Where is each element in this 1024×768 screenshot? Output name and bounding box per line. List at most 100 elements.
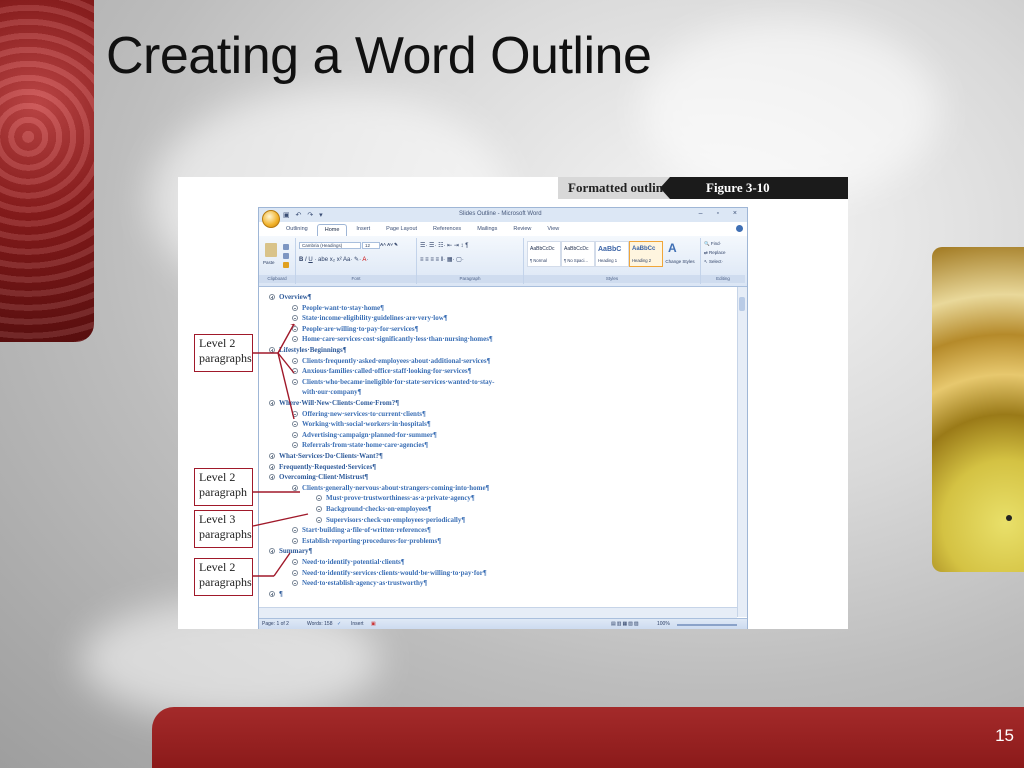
status-zoom[interactable]: 100% (657, 621, 670, 627)
tab-home[interactable]: Home (316, 224, 348, 236)
collapse-icon[interactable] (292, 336, 298, 343)
expand-icon[interactable] (269, 590, 275, 597)
outline-item[interactable]: Lifestyles·Beginnings¶ (269, 346, 347, 354)
collapse-icon[interactable] (292, 368, 298, 375)
style-heading-2[interactable]: AaBbCc Heading 2 (629, 241, 663, 267)
font-size-box[interactable]: 12 (362, 242, 380, 249)
expand-icon[interactable] (269, 400, 275, 406)
outline-item[interactable]: Advertising·campaign·planned·for·summer¶ (292, 431, 437, 439)
style-no-spacing[interactable]: AaBbCcDc ¶ No Spaci... (561, 241, 595, 267)
collapse-icon[interactable] (292, 315, 298, 322)
outline-item[interactable]: Clients·generally·nervous·about·stranger… (292, 484, 489, 492)
collapse-icon[interactable] (292, 431, 298, 438)
grow-shrink-font-icon[interactable]: A˄ A˅ ✎ (380, 242, 398, 248)
copy-icon[interactable] (283, 253, 289, 259)
list-buttons[interactable]: ☰· ☰· ☷· ⇤ ⇥ ↕ ¶ (420, 242, 468, 249)
collapse-icon[interactable] (292, 527, 298, 534)
font-name-box[interactable]: Cambria (Headings) (299, 242, 361, 249)
tab-review[interactable]: Review (506, 224, 538, 236)
outline-item[interactable]: Must·prove·trustworthiness·as·a·private·… (316, 494, 475, 502)
office-button-icon[interactable] (262, 210, 280, 228)
align-buttons[interactable]: ≡ ≡ ≡ ≡ ‖· ▦· ▢· (420, 256, 464, 263)
collapse-icon[interactable] (292, 357, 298, 364)
outline-item[interactable]: Referrals·from·state·home·care·agencies¶ (292, 441, 428, 449)
quick-access-toolbar[interactable]: ▣ ↶ ↷ ▾ (283, 211, 325, 219)
outline-item[interactable]: Need·to·identify·services·clients·would·… (292, 569, 487, 577)
change-styles-icon[interactable]: A (668, 241, 677, 255)
collapse-icon[interactable] (316, 516, 322, 523)
collapse-icon[interactable] (292, 442, 298, 449)
expand-icon[interactable] (269, 548, 275, 555)
outline-item[interactable]: Where·Will·New·Clients·Come·From?¶ (269, 399, 399, 407)
outline-item[interactable]: Frequently·Requested·Services¶ (269, 463, 376, 471)
outline-item[interactable]: People·want·to·stay·home¶ (292, 304, 384, 312)
tab-outlining[interactable]: Outlining (279, 224, 315, 236)
tab-mailings[interactable]: Mailings (470, 224, 504, 236)
outline-item[interactable]: Need·to·establish·agency·as·trustworthy¶ (292, 579, 427, 587)
zoom-slider[interactable] (677, 624, 737, 626)
outline-item[interactable]: Offering·new·services·to·current·clients… (292, 410, 426, 418)
expand-icon[interactable] (269, 463, 275, 470)
outline-item[interactable]: Supervisors·check·on·employees·periodica… (316, 516, 465, 524)
collapse-icon[interactable] (292, 410, 298, 417)
style-heading-1[interactable]: AaBbC Heading 1 (595, 241, 629, 267)
status-words[interactable]: Words: 158 (307, 621, 332, 627)
tab-page-layout[interactable]: Page Layout (379, 224, 424, 236)
replace-button[interactable]: ⇄ Replace (704, 250, 726, 256)
outline-item[interactable]: Clients·frequently·asked·employees·about… (292, 357, 490, 365)
paste-icon[interactable] (265, 243, 277, 257)
tab-view[interactable]: View (540, 224, 566, 236)
window-controls[interactable]: – ▫ × (699, 210, 743, 217)
outline-item[interactable]: Summary¶ (269, 547, 312, 555)
outline-item[interactable]: What·Services·Do·Clients·Want?¶ (269, 452, 383, 460)
document-area[interactable]: Overview¶ People·want·to·stay·home¶ State·… (259, 287, 737, 617)
collapse-icon[interactable] (316, 506, 322, 512)
macro-icon[interactable]: ▣ (371, 621, 376, 627)
expand-icon[interactable] (269, 294, 275, 300)
status-mode[interactable]: Insert (351, 621, 364, 627)
collapse-icon[interactable] (292, 304, 298, 311)
help-icon[interactable] (736, 225, 743, 232)
outline-item[interactable]: ¶ (269, 590, 283, 598)
proofing-icon[interactable]: ✓ (337, 621, 341, 627)
style-normal[interactable]: AaBbCcDc ¶ Normal (527, 241, 561, 267)
collapse-icon[interactable] (292, 537, 298, 544)
expand-icon[interactable] (292, 484, 298, 491)
expand-icon[interactable] (269, 474, 275, 481)
expand-icon[interactable] (269, 347, 275, 353)
outline-item[interactable]: with·our·company¶ (302, 388, 361, 396)
collapse-icon[interactable] (292, 580, 298, 587)
outline-item[interactable]: Background·checks·on·employees¶ (316, 505, 432, 513)
format-painter-icon[interactable] (283, 262, 289, 268)
expand-icon[interactable] (269, 453, 275, 459)
collapse-icon[interactable] (292, 325, 298, 332)
collapse-icon[interactable] (316, 495, 322, 502)
outline-item[interactable]: Home·care·services·cost·significantly·le… (292, 335, 493, 343)
horizontal-scrollbar[interactable] (259, 607, 737, 618)
tab-insert[interactable]: Insert (349, 224, 377, 236)
collapse-icon[interactable] (292, 569, 298, 576)
tab-references[interactable]: References (426, 224, 468, 236)
status-page[interactable]: Page: 1 of 2 (262, 621, 289, 627)
outline-item[interactable]: Establish·reporting·procedures·for·probl… (292, 537, 441, 545)
collapse-icon[interactable] (292, 559, 298, 565)
outline-item[interactable]: Anxious·families·called·office·staff·loo… (292, 367, 471, 375)
vertical-scrollbar[interactable] (737, 287, 747, 617)
cut-icon[interactable] (283, 244, 289, 250)
font-format-buttons[interactable]: B I U · abe x₂ x² Aa· ✎· A· (299, 256, 368, 263)
paste-label: Paste (263, 260, 275, 265)
outline-item[interactable]: Clients·who·became·ineligible·for·state·… (292, 378, 494, 386)
change-styles-label[interactable]: Change Styles (665, 259, 695, 264)
outline-item[interactable]: Start·building·a·file·of·written·referen… (292, 526, 431, 534)
outline-item[interactable]: People·are·willing·to·pay·for·services¶ (292, 325, 418, 333)
outline-item[interactable]: Overcoming·Client·Mistrust¶ (269, 473, 368, 481)
collapse-icon[interactable] (292, 378, 298, 385)
collapse-icon[interactable] (292, 421, 298, 428)
select-button[interactable]: ↖ Select· (704, 259, 723, 265)
find-button[interactable]: 🔍 Find· (704, 241, 721, 247)
outline-item[interactable]: Working·with·social·workers·in·hospitals… (292, 420, 431, 428)
outline-item[interactable]: Overview¶ (269, 293, 312, 301)
view-buttons[interactable]: ▤▥▦▧▨ (611, 621, 640, 627)
outline-item[interactable]: Need·to·identify·potential·clients¶ (292, 558, 405, 566)
outline-item[interactable]: State·income·eligibility·guidelines·are·… (292, 314, 448, 322)
